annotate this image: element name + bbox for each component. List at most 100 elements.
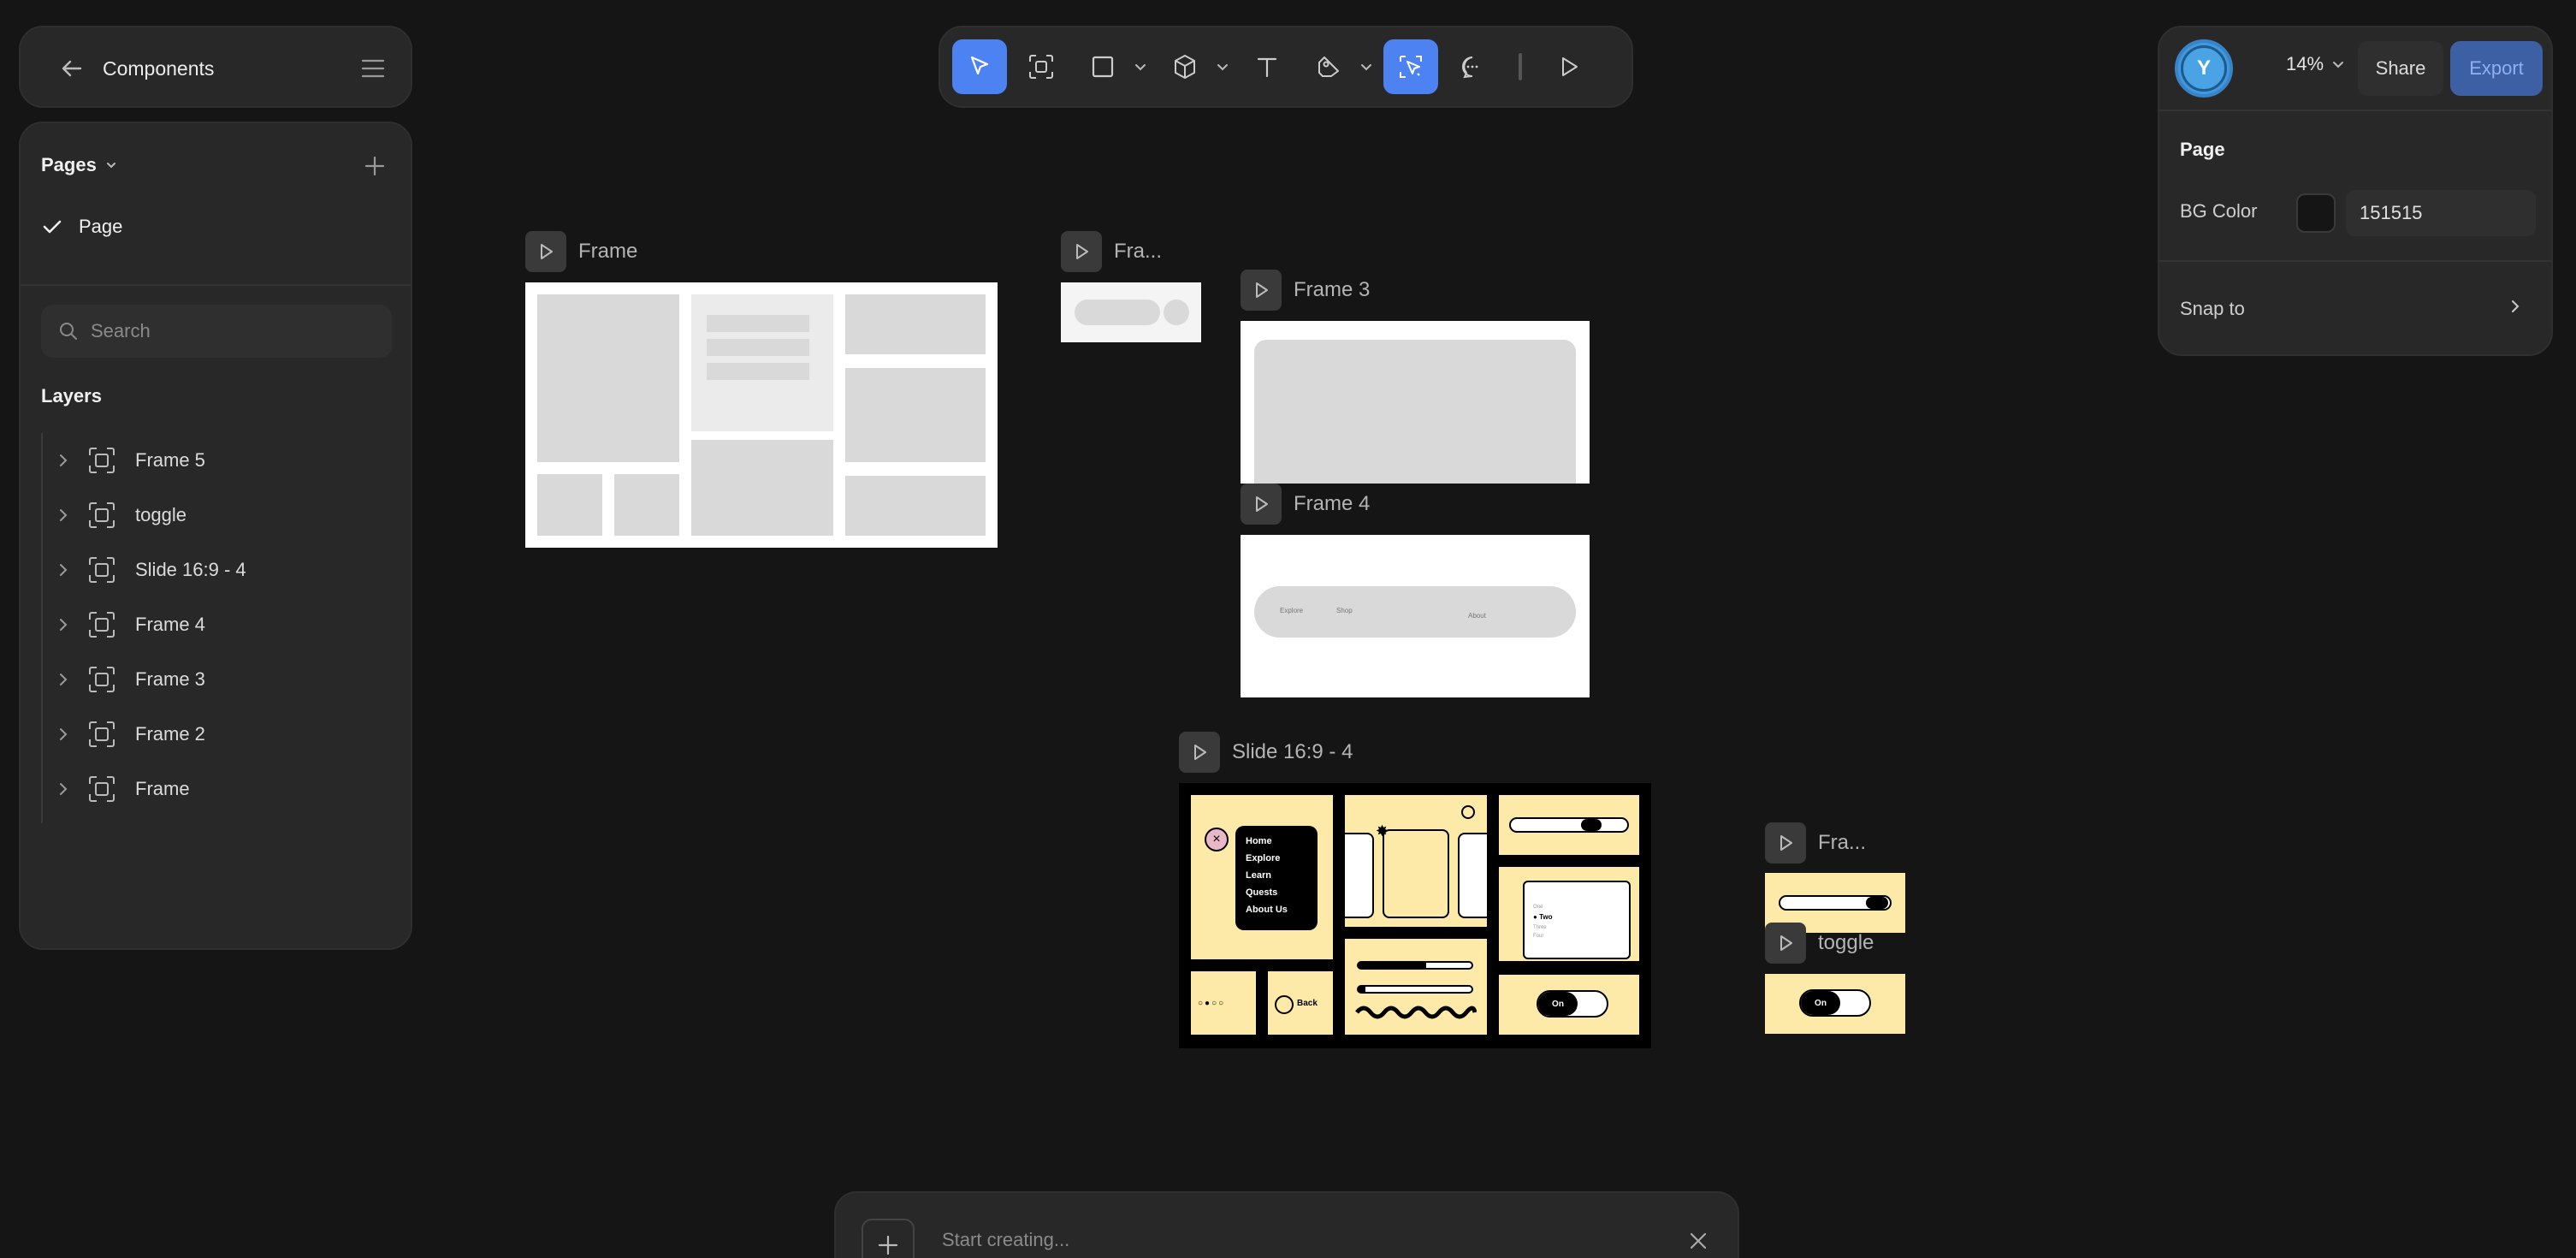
layer-item-frame-3[interactable]: Frame 3 (41, 652, 400, 707)
chevron-right-icon[interactable] (53, 614, 74, 635)
search-box[interactable] (41, 305, 392, 358)
chevron-down-icon (1135, 64, 1146, 71)
back-arrow-icon[interactable] (55, 51, 89, 86)
frame-frame-4[interactable]: Explore Shop About (1241, 535, 1590, 697)
frame-tool-button[interactable] (1014, 39, 1069, 94)
pen-options-chevron[interactable] (1356, 39, 1377, 94)
ai-tool-button[interactable] (1383, 39, 1438, 94)
layer-item-frame-5[interactable]: Frame 5 (41, 433, 400, 488)
chevron-right-icon[interactable] (2505, 296, 2526, 317)
chevron-right-icon[interactable] (53, 724, 74, 745)
frame-name: Frame (578, 240, 638, 263)
frame-toggle[interactable]: On (1765, 974, 1905, 1034)
sliders-card (1345, 939, 1487, 1035)
cursor-icon (970, 56, 989, 75)
toggle-track: On (1537, 990, 1608, 1018)
frame-frame[interactable] (525, 282, 998, 548)
left-sidebar: Pages Page Layers Frame 5 toggle (19, 122, 412, 950)
frame-label-frame-4[interactable]: Frame 4 (1241, 484, 1370, 525)
chevron-right-icon[interactable] (53, 450, 74, 471)
close-icon[interactable] (1686, 1229, 1710, 1253)
page-item[interactable]: Page (41, 216, 122, 238)
layer-item-toggle[interactable]: toggle (41, 488, 400, 543)
frame-label-frame-2[interactable]: Fra... (1061, 231, 1162, 272)
pen-tool-button[interactable] (1301, 39, 1356, 94)
play-icon[interactable] (1765, 822, 1806, 863)
menu-item: Home (1246, 836, 1272, 846)
chevron-right-icon[interactable] (53, 505, 74, 525)
layer-label: Frame 5 (135, 449, 205, 471)
add-button[interactable] (862, 1219, 915, 1258)
layer-item-slide[interactable]: Slide 16:9 - 4 (41, 543, 400, 597)
page-section-title: Page (2180, 139, 2225, 160)
toolbar-separator (1519, 53, 1522, 80)
cards-card: ✸ (1345, 795, 1487, 927)
slider-track (1357, 961, 1473, 970)
play-icon[interactable] (1061, 231, 1102, 272)
user-avatar[interactable]: Y (2175, 39, 2233, 98)
hamburger-menu-icon[interactable] (356, 51, 390, 86)
frame-label-frame-5[interactable]: Fra... (1765, 822, 1866, 863)
pages-dropdown[interactable]: Pages (41, 154, 119, 176)
3d-tool-button[interactable] (1158, 39, 1212, 94)
snap-to-label[interactable]: Snap to (2180, 298, 2245, 320)
frame-label-toggle[interactable]: toggle (1765, 923, 1874, 964)
play-icon[interactable] (1241, 270, 1282, 311)
add-page-icon[interactable] (358, 149, 392, 183)
tabbar-card (1499, 795, 1639, 855)
frame-label-slide[interactable]: Slide 16:9 - 4 (1179, 732, 1353, 773)
layer-label: Frame 3 (135, 668, 205, 690)
frame-icon (87, 610, 116, 639)
bg-color-input[interactable]: 151515 (2346, 190, 2536, 236)
rectangle-tool-button[interactable] (1075, 39, 1130, 94)
play-icon[interactable] (525, 231, 566, 272)
search-input[interactable] (91, 320, 364, 342)
layer-item-frame-4[interactable]: Frame 4 (41, 597, 400, 652)
play-icon[interactable] (1765, 923, 1806, 964)
zoom-value: 14% (2286, 53, 2324, 74)
comment-tool-button[interactable] (1445, 39, 1500, 94)
frame-name: Frame 4 (1294, 492, 1371, 515)
play-icon[interactable] (1179, 732, 1220, 773)
text-tool-button[interactable] (1240, 39, 1294, 94)
placeholder-circle (1164, 300, 1189, 325)
chevron-down-icon (104, 157, 119, 173)
placeholder-pill (1075, 300, 1160, 325)
pen-icon (1318, 56, 1339, 77)
frame-label-frame-3[interactable]: Frame 3 (1241, 270, 1370, 311)
menu-list: Home Explore Learn Quests About Us (1235, 826, 1318, 930)
radio-option-label: Two (1539, 913, 1553, 921)
rectangle-options-chevron[interactable] (1130, 39, 1151, 94)
toggle-knob: On (1801, 991, 1840, 1015)
placeholder-block (845, 294, 986, 354)
select-tool-button[interactable] (952, 39, 1007, 94)
frame-frame-3[interactable] (1241, 321, 1590, 484)
slider-fill (1359, 963, 1427, 968)
export-button[interactable]: Export (2450, 41, 2543, 96)
card-peek-right (1458, 833, 1487, 918)
frame-slide[interactable]: × Home Explore Learn Quests About Us ✸ O… (1179, 783, 1651, 1048)
frame-frame-2[interactable] (1061, 282, 1201, 342)
3d-options-chevron[interactable] (1212, 39, 1233, 94)
page-item-label: Page (79, 216, 123, 237)
prompt-input[interactable] (942, 1229, 1541, 1251)
layer-label: toggle (135, 504, 187, 525)
share-button[interactable]: Share (2358, 41, 2443, 96)
frame-icon (87, 501, 116, 530)
play-icon[interactable] (1241, 484, 1282, 525)
chevron-right-icon[interactable] (53, 669, 74, 690)
project-title: Components (103, 57, 215, 80)
chevron-right-icon[interactable] (53, 779, 74, 799)
frame-name: Fra... (1818, 831, 1867, 854)
layer-item-frame-2[interactable]: Frame 2 (41, 707, 400, 762)
layer-item-frame[interactable]: Frame (41, 762, 400, 816)
tab-pill (1509, 817, 1629, 833)
bg-color-swatch[interactable] (2296, 193, 2336, 233)
ai-cursor-icon (1400, 56, 1422, 78)
zoom-dropdown[interactable]: 14% (2286, 53, 2346, 75)
card-center (1383, 829, 1449, 918)
frame-name: toggle (1818, 931, 1874, 954)
preview-tool-button[interactable] (1541, 39, 1596, 94)
frame-label-frame[interactable]: Frame (525, 231, 637, 272)
chevron-right-icon[interactable] (53, 560, 74, 580)
